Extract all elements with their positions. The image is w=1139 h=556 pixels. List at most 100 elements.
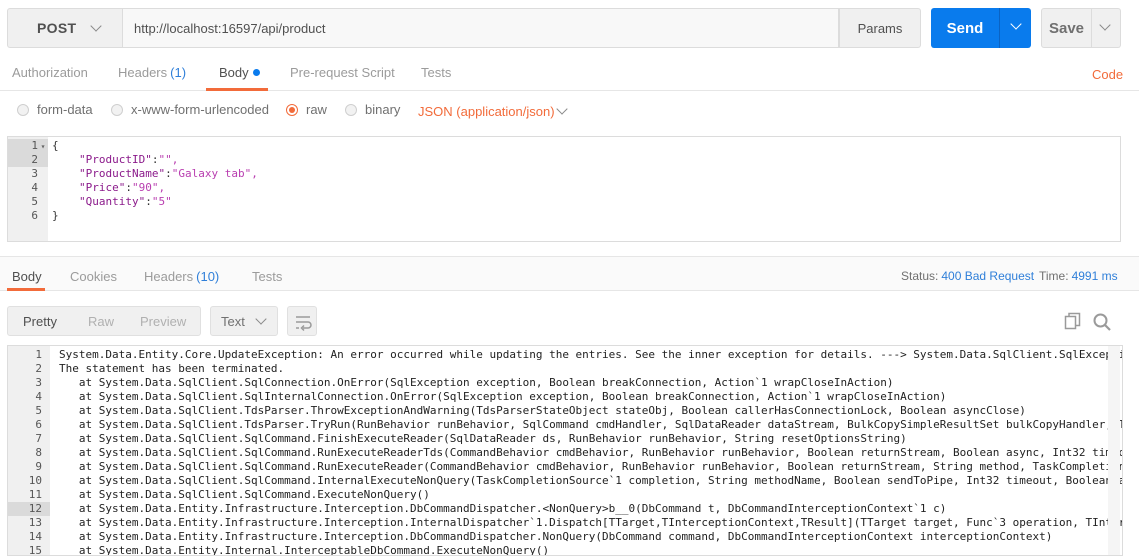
radio-selected-icon — [286, 103, 298, 116]
response-text: at System.Data.SqlClient.TdsParser.Throw… — [59, 404, 1026, 417]
response-line: 6 at System.Data.SqlClient.TdsParser.Try… — [8, 418, 1123, 432]
time-label: Time: — [1039, 269, 1069, 283]
tab-prerequest-script[interactable]: Pre-request Script — [290, 65, 395, 80]
search-icon[interactable] — [1092, 312, 1112, 332]
format-select[interactable]: Text — [210, 306, 278, 336]
radio-form-data-label: form-data — [37, 102, 93, 117]
radio-form-data[interactable]: form-data — [17, 102, 93, 117]
line-number: 15 — [28, 544, 42, 556]
line-number: 5 — [31, 195, 38, 208]
tab-headers[interactable]: Headers (1) — [118, 65, 186, 80]
view-pretty-button[interactable]: Pretty — [23, 314, 57, 329]
tab-headers-label: Headers — [118, 65, 168, 80]
response-text: at System.Data.SqlClient.SqlCommand.Exec… — [59, 488, 430, 501]
line-number: 3 — [35, 376, 42, 389]
response-text: at System.Data.SqlClient.SqlCommand.Inte… — [59, 474, 1123, 487]
line-number: 4 — [31, 181, 38, 194]
format-label: Text — [221, 314, 245, 329]
radio-raw[interactable]: raw — [286, 102, 327, 117]
code-line: 6} — [8, 209, 58, 223]
send-button[interactable]: Send — [931, 8, 999, 48]
wrap-lines-button[interactable] — [287, 306, 317, 336]
tab-authorization[interactable]: Authorization — [12, 65, 88, 80]
tab-response-body[interactable]: Body — [12, 269, 42, 284]
line-number: 10 — [28, 474, 42, 487]
json-key: "Price" — [79, 181, 126, 194]
radio-icon — [345, 103, 357, 116]
code-line: 3 "ProductName":"Galaxy tab", — [8, 167, 257, 181]
send-dropdown-button[interactable] — [999, 8, 1031, 48]
fold-arrow-icon[interactable]: ▾ — [38, 140, 48, 154]
code-text: "ProductID":"", — [79, 153, 179, 166]
params-button[interactable]: Params — [839, 8, 921, 48]
response-line: 4 at System.Data.SqlClient.SqlInternalCo… — [8, 390, 1122, 404]
request-body-editor[interactable]: 1 ▾ { 2 "ProductID":"", 3 "ProductName":"Gal… — [7, 136, 1121, 242]
tab-response-headers-label: Headers — [144, 269, 194, 284]
response-line: 2 The statement has been terminated. — [8, 362, 1122, 376]
view-mode-segmented-control: Pretty Raw Preview — [7, 306, 201, 336]
radio-raw-label: raw — [306, 102, 327, 117]
time-value[interactable]: 4991 ms — [1072, 269, 1118, 283]
method-select[interactable]: POST — [7, 8, 123, 48]
json-value: "90", — [131, 181, 166, 194]
chevron-down-icon — [1010, 18, 1022, 30]
response-text: at System.Data.SqlClient.SqlCommand.RunE… — [59, 446, 1123, 459]
response-text: at System.Data.Entity.Infrastructure.Int… — [59, 530, 1053, 543]
radio-urlencoded[interactable]: x-www-form-urlencoded — [111, 102, 269, 117]
chevron-down-icon — [90, 20, 102, 32]
line-number: 2 — [35, 362, 42, 375]
radio-binary[interactable]: binary — [345, 102, 400, 117]
wrap-lines-icon — [296, 316, 312, 332]
response-line: 14 at System.Data.Entity.Infrastructure.… — [8, 530, 1122, 544]
tab-body[interactable]: Body — [219, 65, 260, 80]
tab-cookies[interactable]: Cookies — [70, 269, 117, 284]
copy-icon[interactable] — [1064, 312, 1082, 330]
code-link[interactable]: Code — [1092, 67, 1123, 82]
content-type-label: JSON (application/json) — [418, 104, 555, 119]
content-type-select[interactable]: JSON (application/json) — [418, 103, 568, 119]
body-modified-dot-icon — [252, 69, 260, 76]
line-number: 7 — [35, 432, 42, 445]
radio-urlencoded-label: x-www-form-urlencoded — [131, 102, 269, 117]
line-number: 2 — [31, 153, 38, 166]
line-number: 11 — [28, 488, 42, 501]
tab-response-tests[interactable]: Tests — [252, 269, 282, 284]
response-line: 1 System.Data.Entity.Core.UpdateException… — [8, 348, 1123, 362]
code-text: "ProductName":"Galaxy tab", — [79, 167, 258, 180]
json-value: "5" — [151, 195, 172, 208]
response-text: at System.Data.Entity.Infrastructure.Int… — [59, 502, 947, 515]
response-body-viewer[interactable]: 1 System.Data.Entity.Core.UpdateException… — [7, 345, 1123, 556]
request-tabs: Authorization Headers (1) Body Pre-reques… — [0, 55, 1139, 91]
response-text: System.Data.Entity.Core.UpdateException:… — [59, 348, 1123, 361]
response-text: at System.Data.SqlClient.TdsParser.TryRu… — [59, 418, 1123, 431]
code-text: "Price":"90", — [79, 181, 166, 194]
tab-response-headers-count: (10) — [196, 269, 220, 284]
save-dropdown-button[interactable] — [1092, 8, 1121, 48]
json-key: "Quantity" — [79, 195, 146, 208]
tab-tests[interactable]: Tests — [421, 65, 451, 80]
view-preview-button[interactable]: Preview — [140, 314, 186, 329]
line-number: 6 — [35, 418, 42, 431]
code-line: 1 ▾ { — [8, 139, 58, 154]
response-text: at System.Data.Entity.Internal.Intercept… — [59, 544, 550, 556]
code-text: } — [52, 209, 59, 222]
line-number: 6 — [31, 209, 38, 222]
tab-response-headers[interactable]: Headers (10) — [144, 269, 219, 284]
json-key: "ProductID" — [79, 153, 152, 166]
response-view-controls: Pretty Raw Preview Text — [0, 303, 1139, 339]
json-value: "", — [158, 153, 179, 166]
line-number: 14 — [28, 530, 42, 543]
vertical-scrollbar[interactable] — [1108, 346, 1120, 555]
line-number: 12 — [28, 502, 42, 515]
status-badge[interactable]: 400 Bad Request — [941, 269, 1034, 283]
save-button[interactable]: Save — [1041, 8, 1092, 48]
chevron-down-icon — [556, 103, 568, 115]
view-raw-button[interactable]: Raw — [88, 314, 114, 329]
line-number: 9 — [35, 460, 42, 473]
radio-icon — [17, 103, 29, 116]
response-text: at System.Data.Entity.Infrastructure.Int… — [59, 516, 1123, 529]
url-input[interactable]: http://localhost:16597/api/product — [123, 8, 839, 48]
radio-binary-label: binary — [365, 102, 401, 117]
line-number: 1 — [35, 348, 42, 361]
response-line: 3 at System.Data.SqlClient.SqlConnection… — [8, 376, 1122, 390]
